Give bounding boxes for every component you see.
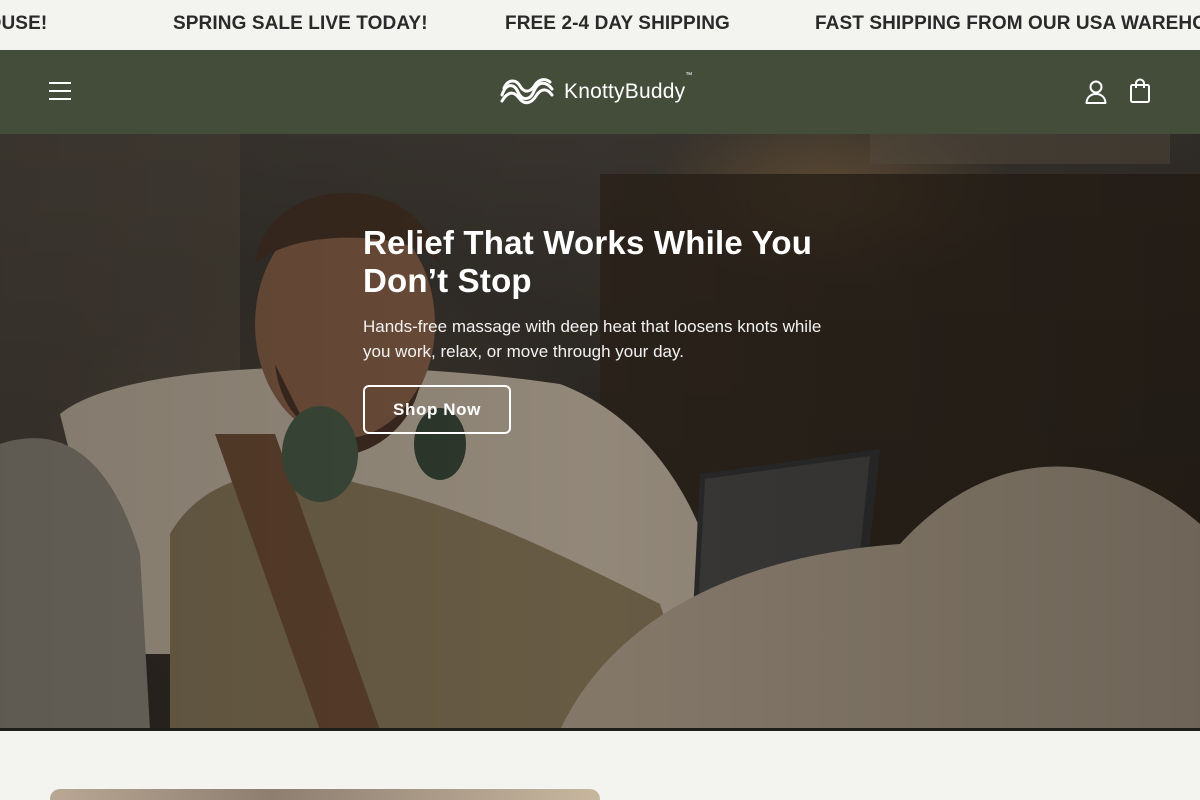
announcement-message: SPRING SALE LIVE TODAY! xyxy=(173,13,428,34)
account-icon[interactable] xyxy=(1084,79,1108,105)
announcement-bar: EHOUSE! SPRING SALE LIVE TODAY! FREE 2-4… xyxy=(0,0,1200,50)
yarn-logo-icon xyxy=(500,78,554,105)
hero-title: Relief That Works While You Don’t Stop xyxy=(363,224,813,299)
hero-content: Relief That Works While You Don’t Stop H… xyxy=(363,224,853,434)
announcement-message: EHOUSE! xyxy=(0,13,48,34)
announcement-message: FREE 2-4 DAY SHIPPING xyxy=(505,13,730,34)
hero-banner: Relief That Works While You Don’t Stop H… xyxy=(0,134,1200,730)
site-header: KnottyBuddy™ xyxy=(0,50,1200,134)
brand-name: KnottyBuddy™ xyxy=(564,72,693,103)
menu-icon[interactable] xyxy=(49,81,71,101)
announcement-message: FAST SHIPPING FROM OUR USA WAREHOUSE! xyxy=(815,13,1200,34)
brand-logo[interactable]: KnottyBuddy™ xyxy=(498,72,693,109)
hero-subtitle: Hands-free massage with deep heat that l… xyxy=(363,317,822,361)
shop-now-button[interactable]: Shop Now xyxy=(363,385,511,434)
section-divider xyxy=(0,728,1200,731)
product-image-card xyxy=(50,789,600,800)
cart-icon[interactable] xyxy=(1129,78,1151,104)
